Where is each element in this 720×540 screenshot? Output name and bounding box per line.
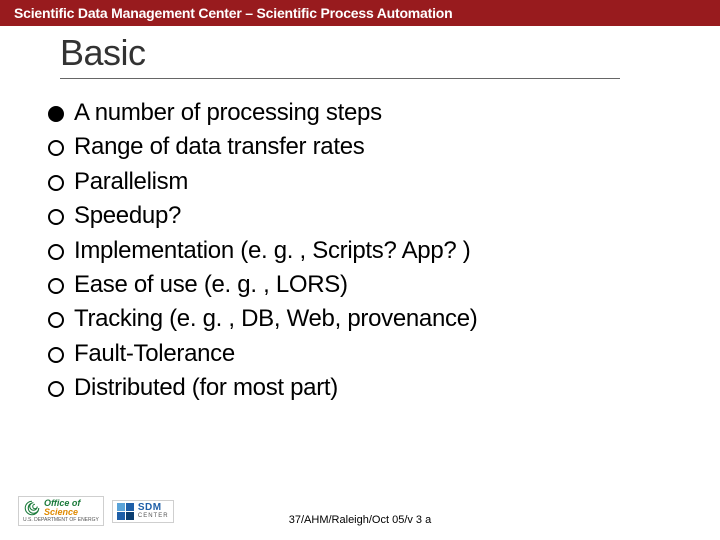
- list-item: Speedup?: [48, 200, 720, 232]
- list-item-text: Range of data transfer rates: [74, 131, 364, 163]
- list-item: Fault-Tolerance: [48, 338, 720, 370]
- list-item: Implementation (e. g. , Scripts? App? ): [48, 235, 720, 267]
- bullet-icon: [48, 175, 64, 191]
- list-item: Tracking (e. g. , DB, Web, provenance): [48, 303, 720, 335]
- list-item: Range of data transfer rates: [48, 131, 720, 163]
- bullet-icon: [48, 381, 64, 397]
- bullet-icon: [48, 140, 64, 156]
- slide-title-block: Basic: [60, 32, 620, 79]
- list-item-text: Speedup?: [74, 200, 181, 232]
- footer-text: 37/AHM/Raleigh/Oct 05/v 3 a: [0, 514, 720, 526]
- bullet-icon: [48, 312, 64, 328]
- bullet-icon: [48, 278, 64, 294]
- slide-title: Basic: [60, 32, 620, 78]
- list-item-text: A number of processing steps: [74, 97, 382, 129]
- list-item-text: Ease of use (e. g. , LORS): [74, 269, 348, 301]
- list-item-text: Fault-Tolerance: [74, 338, 235, 370]
- list-item: A number of processing steps: [48, 97, 720, 129]
- logo-text-sdm: SDM: [138, 503, 169, 513]
- bullet-icon: [48, 106, 64, 122]
- header-bar: Scientific Data Management Center – Scie…: [0, 0, 720, 26]
- bullet-icon: [48, 244, 64, 260]
- list-item-text: Distributed (for most part): [74, 372, 338, 404]
- bullet-list: A number of processing stepsRange of dat…: [48, 97, 720, 405]
- header-title: Scientific Data Management Center – Scie…: [14, 5, 453, 21]
- list-item: Ease of use (e. g. , LORS): [48, 269, 720, 301]
- list-item: Distributed (for most part): [48, 372, 720, 404]
- list-item-text: Tracking (e. g. , DB, Web, provenance): [74, 303, 477, 335]
- bullet-icon: [48, 347, 64, 363]
- list-item-text: Parallelism: [74, 166, 188, 198]
- bullet-icon: [48, 209, 64, 225]
- title-underline: [60, 78, 620, 79]
- list-item-text: Implementation (e. g. , Scripts? App? ): [74, 235, 471, 267]
- list-item: Parallelism: [48, 166, 720, 198]
